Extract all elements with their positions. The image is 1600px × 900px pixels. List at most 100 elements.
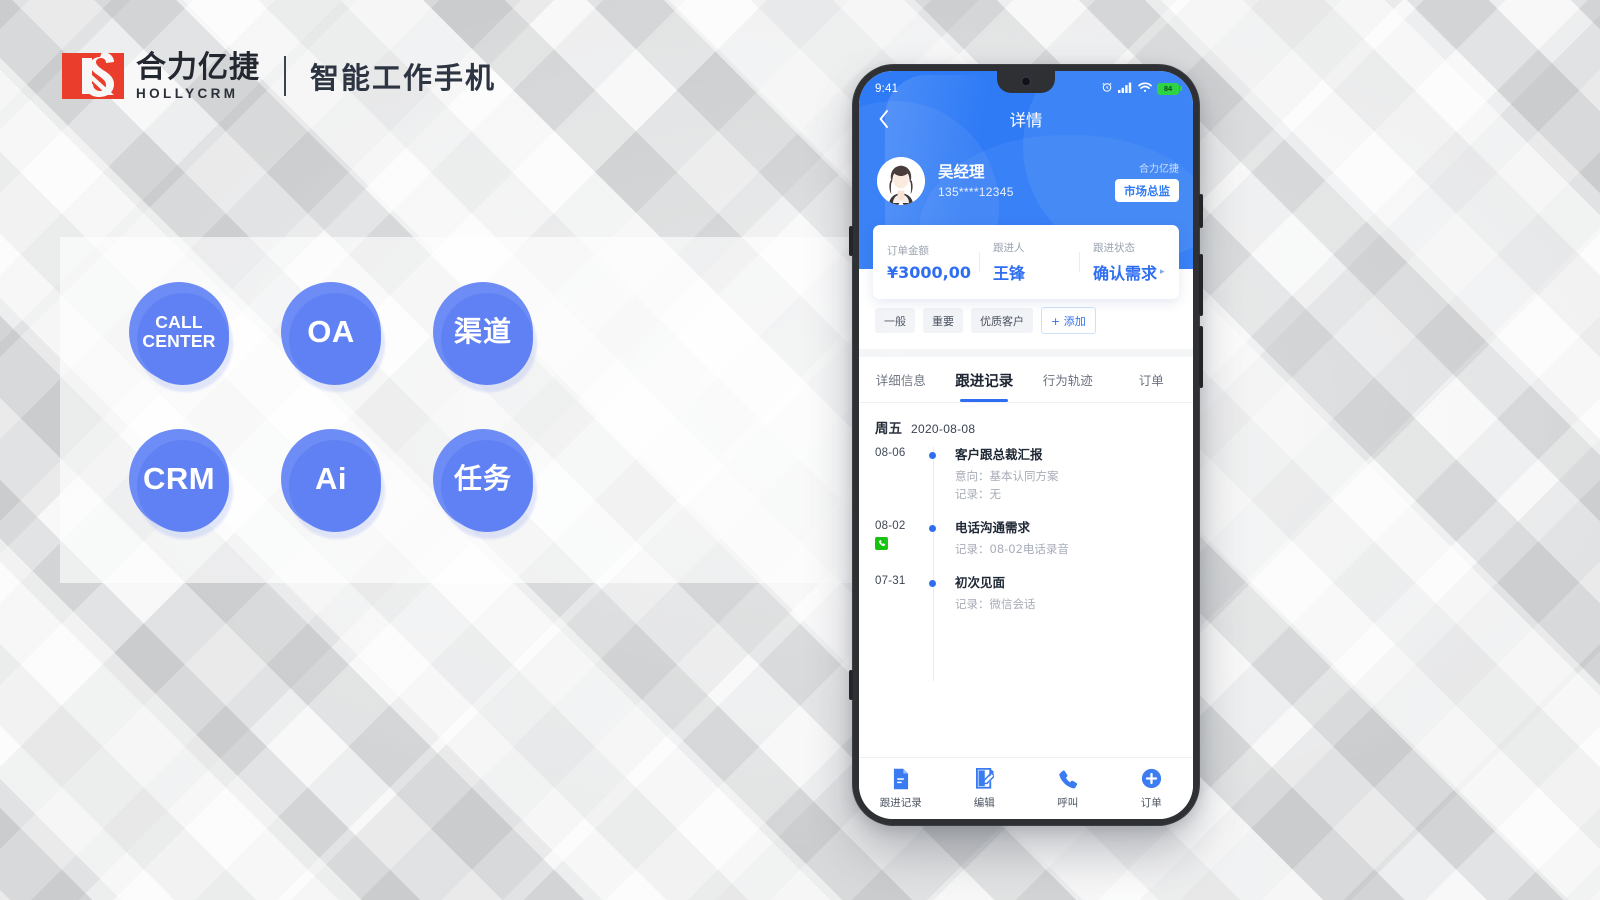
chevron-right-icon: ▸ [1160, 267, 1165, 277]
bubble-label: Ai [315, 461, 347, 497]
timeline-date-header: 周五 2020-08-08 [859, 417, 1193, 447]
date-value: 2020-08-08 [911, 422, 976, 436]
summary-key: 跟进人 [993, 242, 1025, 254]
bubble-label: OA [307, 314, 355, 350]
summary-value: 王锋 [993, 264, 1026, 283]
bottom-nav-call[interactable]: 呼叫 [1026, 768, 1110, 810]
tag-important[interactable]: 重要 [923, 308, 963, 333]
bubble-label: 任务 [453, 461, 512, 495]
brand-divider [284, 56, 286, 97]
phone-icon [1057, 768, 1078, 790]
timeline-item-body: 客户跟总裁汇报 意向：基本认同方案 记录：无 [933, 447, 1179, 504]
bottom-nav-label: 呼叫 [1057, 796, 1079, 809]
bubble-task[interactable]: 任务 [433, 429, 537, 539]
summary-value: 确认需求 [1093, 264, 1158, 283]
timeline-dot-icon [929, 452, 936, 459]
phone-screen: 9:41 84 详情 吴经理 135****12345 合力亿捷 市场总监 订单… [859, 71, 1193, 819]
timeline-item[interactable]: 08-06 客户跟总裁汇报 意向：基本认同方案 记录：无 [859, 447, 1193, 504]
plus-circle-icon [1141, 768, 1162, 790]
summary-value-row: 确认需求 ▸ [1093, 260, 1171, 284]
timeline-item-date: 07-31 [875, 574, 906, 587]
tab-orders[interactable]: 订单 [1110, 357, 1194, 402]
timeline-item[interactable]: 08-02 电话沟通需求 记录：08-02电话录音 [859, 520, 1193, 559]
bottom-nav-follow-record[interactable]: 跟进记录 [859, 768, 943, 810]
brand-tagline: 智能工作手机 [310, 61, 497, 96]
timeline-item-title: 初次见面 [955, 574, 1006, 590]
hollycrm-logo-icon [62, 53, 124, 100]
status-icons: 84 [1101, 81, 1182, 96]
timeline-item-body: 电话沟通需求 记录：08-02电话录音 [933, 520, 1179, 559]
wifi-icon [1138, 81, 1152, 96]
brand-name-cn: 合力亿捷 [136, 50, 260, 85]
timeline-item-meta: 记录：08-02电话录音 [955, 541, 1179, 559]
timeline-item-title: 电话沟通需求 [955, 519, 1031, 535]
summary-cell-order-amount[interactable]: 订单金额 ¥3000,00 [873, 243, 979, 282]
timeline-item-meta: 记录：微信会话 [955, 596, 1179, 614]
tab-detail-info[interactable]: 详细信息 [859, 357, 943, 402]
date-weekday: 周五 [875, 421, 902, 437]
call-recording-icon[interactable] [875, 536, 888, 550]
timeline-item-title: 客户跟总裁汇报 [955, 447, 1043, 462]
bubble-label: CALL CENTER [142, 312, 216, 351]
summary-key: 跟进状态 [1093, 242, 1136, 254]
feature-bubble-grid: CALL CENTER OA 渠道 CRM Ai 任务 [60, 237, 860, 617]
timeline-item-date: 08-06 [875, 447, 906, 459]
alarm-icon [1101, 81, 1113, 96]
edit-icon [974, 767, 995, 790]
timeline-meta-line: 记录：微信会话 [955, 597, 1036, 612]
bubble-oa[interactable]: OA [281, 282, 385, 392]
timeline-item-left: 08-06 [859, 447, 933, 504]
add-tag-button[interactable]: + 添加 [1041, 307, 1096, 334]
bubble-ai[interactable]: Ai [281, 429, 385, 539]
power-button[interactable] [1199, 194, 1203, 228]
volume-up-button[interactable] [1199, 254, 1203, 316]
timeline-meta-line: 记录：08-02电话录音 [955, 542, 1069, 557]
tab-behavior-track[interactable]: 行为轨迹 [1026, 357, 1110, 402]
page-title: 详情 [1009, 111, 1043, 130]
tab-follow-records[interactable]: 跟进记录 [943, 357, 1027, 402]
document-icon [891, 768, 911, 790]
timeline-item-left: 07-31 [859, 575, 933, 614]
timeline-item[interactable]: 07-31 初次见面 记录：微信会话 [859, 575, 1193, 614]
front-camera-icon [1020, 76, 1032, 87]
avatar [877, 157, 925, 205]
left-side-button[interactable] [849, 226, 853, 256]
tag-general[interactable]: 一般 [875, 308, 915, 333]
summary-cell-status[interactable]: 跟进状态 确认需求 ▸ [1079, 240, 1179, 284]
tab-bar: 详细信息 跟进记录 行为轨迹 订单 [859, 357, 1193, 403]
tag-quality-client[interactable]: 优质客户 [971, 308, 1033, 333]
profile-name: 吴经理 [938, 163, 985, 182]
timeline: 周五 2020-08-08 08-06 客户跟总裁汇报 意向：基本认同方案 记录… [859, 403, 1193, 693]
timeline-dot-icon [929, 524, 936, 532]
bubble-call-center[interactable]: CALL CENTER [129, 282, 233, 392]
timeline-item-meta: 意向：基本认同方案 记录：无 [955, 468, 1179, 504]
nav-bar: 详情 [859, 99, 1193, 139]
volume-down-button[interactable] [1199, 326, 1203, 388]
summary-key: 订单金额 [887, 244, 929, 257]
bottom-nav-label: 编辑 [973, 796, 995, 809]
summary-value: ¥3000,00 [887, 262, 972, 282]
profile-meta: 合力亿捷 市场总监 [1115, 160, 1179, 202]
section-divider [859, 349, 1193, 357]
summary-cell-owner[interactable]: 跟进人 王锋 [979, 240, 1079, 284]
timeline-meta-line: 意向：基本认同方案 [955, 469, 1059, 484]
profile-phone: 135****12345 [938, 184, 1014, 199]
left-side-button-2[interactable] [849, 670, 853, 700]
bubble-channel[interactable]: 渠道 [433, 282, 537, 392]
timeline-item-left: 08-02 [859, 520, 933, 559]
bottom-nav-bar: 跟进记录 编辑 呼叫 订单 [859, 757, 1193, 819]
bottom-nav-order[interactable]: 订单 [1110, 768, 1194, 810]
summary-card: 订单金额 ¥3000,00 跟进人 王锋 跟进状态 确认需求 ▸ [873, 225, 1179, 299]
profile-company: 合力亿捷 [1139, 164, 1179, 175]
bottom-nav-edit[interactable]: 编辑 [943, 767, 1027, 810]
phone-mockup: 9:41 84 详情 吴经理 135****12345 合力亿捷 市场总监 订单… [826, 60, 1206, 828]
slide-canvas: 合力亿捷 HOLLYCRM 智能工作手机 CALL CENTER OA 渠道 C… [0, 0, 1600, 900]
battery-icon: 84 [1157, 82, 1182, 95]
timeline-meta-line: 记录：无 [955, 487, 1001, 502]
bubble-label: CRM [142, 461, 216, 497]
bubble-label: 渠道 [453, 314, 512, 348]
bottom-nav-label: 跟进记录 [879, 796, 922, 809]
status-badge[interactable]: 市场总监 [1115, 179, 1179, 202]
bottom-nav-label: 订单 [1140, 796, 1162, 809]
bubble-crm[interactable]: CRM [129, 429, 233, 539]
